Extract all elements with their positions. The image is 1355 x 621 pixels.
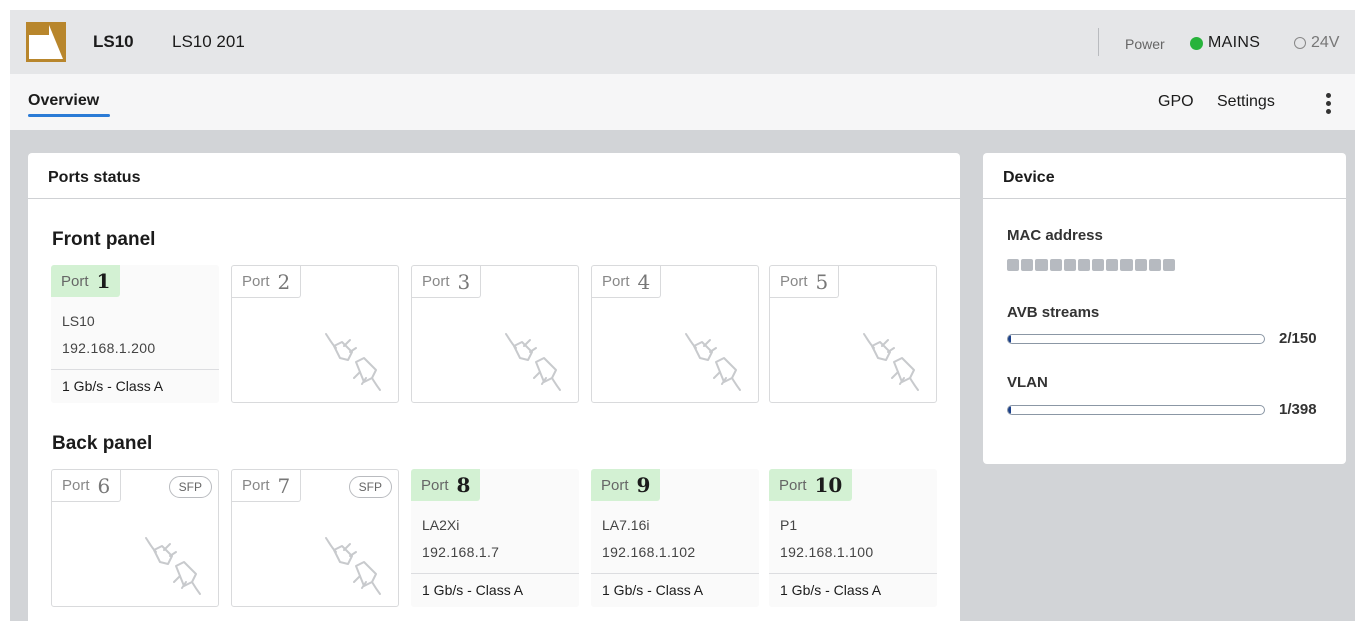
port-number: 6 [97, 473, 111, 498]
avb-streams-bar-fill [1008, 335, 1012, 343]
link-speed: 1 Gb/s - Class A [422, 582, 524, 598]
port-tag: Port 3 [412, 266, 482, 298]
connected-device-ip: 192.168.1.7 [422, 544, 500, 560]
brand-logo [26, 22, 66, 62]
port-tile-2[interactable]: Port 2 [231, 265, 399, 403]
port-tag: Port 2 [232, 266, 302, 298]
app-window: LS10 LS10 201 Power MAINS 24V Overview G… [10, 10, 1355, 621]
connected-device-ip: 192.168.1.100 [780, 544, 874, 560]
connected-device-name: LA7.16i [602, 517, 650, 533]
link-speed: 1 Gb/s - Class A [62, 378, 164, 394]
app-header: LS10 LS10 201 Power MAINS 24V [10, 10, 1355, 74]
port-tile-6[interactable]: Port 6 SFP [51, 469, 219, 607]
port-label: Port [780, 273, 808, 290]
connected-device-name: P1 [780, 517, 798, 533]
port-tag: Port 1 [51, 265, 121, 297]
avb-streams-label: AVB streams [1007, 304, 1100, 321]
card-divider [983, 198, 1346, 199]
mac-address-value-redacted [1007, 259, 1176, 271]
port-tag: Port 6 [52, 470, 122, 502]
port-tile-9[interactable]: Port 9 LA7.16i 192.168.1.102 1 Gb/s - Class … [591, 469, 759, 607]
sfp-badge: SFP [168, 476, 212, 498]
port-label: Port [602, 273, 630, 290]
back-panel-title: Back panel [52, 433, 153, 454]
header-divider [1098, 28, 1099, 56]
port-number: 1 [96, 269, 111, 293]
vlan-label: VLAN [1007, 374, 1048, 391]
link-speed: 1 Gb/s - Class A [780, 582, 882, 598]
port-divider [411, 573, 579, 574]
ports-status-card: Ports status Front panel Back panel Port… [28, 153, 960, 621]
connected-device-name: LS10 [62, 313, 95, 329]
port-tile-3[interactable]: Port 3 [411, 265, 579, 403]
connected-device-ip: 192.168.1.102 [602, 544, 696, 560]
disconnected-plug-icon [680, 328, 744, 392]
avb-streams-value: 2/150 [1279, 330, 1317, 347]
port-divider [591, 573, 759, 574]
nav-settings-link[interactable]: Settings [1217, 93, 1275, 111]
port-number: 7 [277, 473, 291, 498]
port-tag: Port 4 [592, 266, 662, 298]
port-tag: Port 10 [769, 469, 853, 501]
device-card-title: Device [1003, 169, 1055, 186]
port-tile-1[interactable]: Port 1 LS10 192.168.1.200 1 Gb/s - Class A [51, 265, 219, 403]
port-label: Port [422, 273, 450, 290]
port-label: Port [62, 477, 90, 494]
more-menu-icon[interactable] [1320, 91, 1336, 117]
vlan-value: 1/398 [1279, 401, 1317, 418]
port-number: 2 [277, 269, 291, 294]
port-tag: Port 7 [232, 470, 302, 502]
port-tag: Port 8 [411, 469, 481, 501]
front-panel-title: Front panel [52, 229, 156, 250]
port-label: Port [421, 476, 449, 494]
port-label: Port [242, 273, 270, 290]
connected-device-ip: 192.168.1.200 [62, 340, 156, 356]
device-model: LS10 201 [172, 32, 245, 51]
disconnected-plug-icon [320, 328, 384, 392]
mains-status-label: MAINS [1208, 34, 1261, 51]
port-tile-4[interactable]: Port 4 [591, 265, 759, 403]
24v-status-dot-icon [1294, 37, 1306, 49]
port-number: 10 [814, 473, 843, 497]
power-label: Power [1125, 36, 1165, 52]
mains-status-dot-icon [1190, 37, 1203, 50]
sfp-badge: SFP [348, 476, 392, 498]
nav-bar: Overview GPO Settings [10, 74, 1355, 130]
link-speed: 1 Gb/s - Class A [602, 582, 704, 598]
device-card: Device MAC address AVB streams 2/150 VLA… [983, 153, 1346, 464]
device-name: LS10 [93, 32, 134, 51]
24v-status-label: 24V [1311, 34, 1340, 51]
ports-status-title: Ports status [48, 169, 141, 186]
port-label: Port [61, 272, 89, 290]
port-number: 5 [815, 269, 829, 294]
port-divider [51, 369, 219, 370]
disconnected-plug-icon [320, 532, 384, 596]
port-tile-10[interactable]: Port 10 P1 192.168.1.100 1 Gb/s - Class A [769, 469, 937, 607]
vlan-bar-fill [1008, 406, 1011, 414]
tab-active-indicator [28, 114, 110, 117]
port-number: 9 [636, 473, 651, 497]
disconnected-plug-icon [858, 328, 922, 392]
vlan-bar [1007, 405, 1265, 415]
avb-streams-bar [1007, 334, 1265, 344]
connected-device-name: LA2Xi [422, 517, 460, 533]
port-tile-5[interactable]: Port 5 [769, 265, 937, 403]
disconnected-plug-icon [500, 328, 564, 392]
port-tag: Port 9 [591, 469, 661, 501]
disconnected-plug-icon [140, 532, 204, 596]
port-number: 4 [637, 269, 651, 294]
port-divider [769, 573, 937, 574]
port-label: Port [779, 476, 807, 494]
card-divider [28, 198, 960, 199]
tab-overview[interactable]: Overview [28, 92, 99, 110]
port-tile-7[interactable]: Port 7 SFP [231, 469, 399, 607]
port-label: Port [601, 476, 629, 494]
port-tile-8[interactable]: Port 8 LA2Xi 192.168.1.7 1 Gb/s - Class A [411, 469, 579, 607]
mac-address-label: MAC address [1007, 227, 1103, 244]
port-label: Port [242, 477, 270, 494]
port-number: 3 [457, 269, 471, 294]
port-tag: Port 5 [770, 266, 840, 298]
port-number: 8 [456, 473, 471, 497]
nav-gpo-link[interactable]: GPO [1158, 93, 1194, 111]
